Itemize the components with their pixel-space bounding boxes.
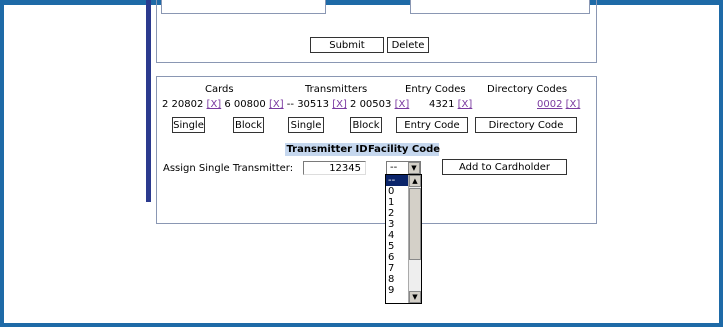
header-directory-codes: Directory Codes bbox=[487, 84, 568, 95]
entry-code-cell: 4321 [X] bbox=[429, 99, 472, 110]
dropdown-option[interactable]: 0 bbox=[386, 186, 408, 197]
transmitter-value: 2 00503 bbox=[350, 99, 392, 110]
card-single-button[interactable]: Single bbox=[172, 117, 205, 133]
dropdown-options: -- 0 1 2 3 4 5 6 7 8 9 bbox=[386, 175, 408, 296]
form-field-left[interactable] bbox=[161, 0, 326, 14]
scroll-up-icon[interactable]: ▲ bbox=[409, 175, 421, 187]
left-accent-bar bbox=[146, 0, 151, 202]
directory-code-link[interactable]: 0002 bbox=[537, 99, 562, 110]
card-value: 2 20802 bbox=[162, 99, 204, 110]
entry-code-value: 4321 bbox=[429, 99, 455, 110]
dropdown-option[interactable]: -- bbox=[386, 175, 408, 186]
scroll-down-icon[interactable]: ▼ bbox=[409, 291, 421, 303]
card-block-button[interactable]: Block bbox=[233, 117, 264, 133]
facility-code-select[interactable]: -- ▼ bbox=[386, 161, 421, 175]
chevron-down-icon[interactable]: ▼ bbox=[408, 162, 420, 174]
transmitter-block-button[interactable]: Block bbox=[350, 117, 382, 133]
assign-single-label: Assign Single Transmitter: bbox=[163, 163, 294, 174]
remove-transmitter-link[interactable]: [X] bbox=[332, 99, 347, 110]
remove-card-link[interactable]: [X] bbox=[269, 99, 284, 110]
add-to-cardholder-button[interactable]: Add to Cardholder bbox=[442, 159, 567, 175]
credentials-row: 2 20802 [X] 6 00800 [X] -- 30513 [X] 2 0… bbox=[162, 99, 409, 110]
remove-directory-code-link[interactable]: [X] bbox=[566, 99, 581, 110]
scrollbar-thumb[interactable] bbox=[409, 188, 421, 260]
header-entry-codes: Entry Codes bbox=[405, 84, 466, 95]
facility-code-dropdown-list[interactable]: -- 0 1 2 3 4 5 6 7 8 9 ▲ ▼ bbox=[385, 174, 422, 304]
dropdown-option[interactable]: 6 bbox=[386, 252, 408, 263]
remove-entry-code-link[interactable]: [X] bbox=[458, 99, 473, 110]
directory-code-button[interactable]: Directory Code bbox=[475, 117, 577, 133]
facility-code-selected: -- bbox=[390, 162, 398, 173]
directory-code-cell: 0002 [X] bbox=[537, 99, 580, 110]
dropdown-scrollbar[interactable]: ▲ ▼ bbox=[408, 175, 421, 303]
column-header-facility-code: Facility Code bbox=[367, 143, 441, 156]
dropdown-option[interactable]: 5 bbox=[386, 241, 408, 252]
record-form-panel: Submit Delete bbox=[156, 0, 597, 63]
header-cards: Cards bbox=[205, 84, 234, 95]
form-field-right[interactable] bbox=[410, 0, 590, 14]
entry-code-button[interactable]: Entry Code bbox=[396, 117, 468, 133]
delete-button[interactable]: Delete bbox=[387, 37, 429, 53]
card-value: 6 00800 bbox=[224, 99, 266, 110]
dropdown-option[interactable]: 8 bbox=[386, 274, 408, 285]
cardholder-credentials-panel: Cards Transmitters Entry Codes Directory… bbox=[156, 76, 597, 224]
separator-text: -- bbox=[286, 99, 294, 110]
remove-card-link[interactable]: [X] bbox=[207, 99, 222, 110]
transmitter-id-input[interactable] bbox=[303, 161, 366, 175]
dropdown-option[interactable]: 3 bbox=[386, 219, 408, 230]
transmitter-value: 30513 bbox=[297, 99, 329, 110]
dropdown-option[interactable]: 1 bbox=[386, 197, 408, 208]
dropdown-option[interactable]: 7 bbox=[386, 263, 408, 274]
column-header-transmitter-id: Transmitter ID bbox=[285, 143, 369, 156]
submit-button[interactable]: Submit bbox=[310, 37, 384, 53]
header-transmitters: Transmitters bbox=[305, 84, 368, 95]
dropdown-option[interactable]: 4 bbox=[386, 230, 408, 241]
dropdown-option[interactable]: 2 bbox=[386, 208, 408, 219]
dropdown-option[interactable]: 9 bbox=[386, 285, 408, 296]
transmitter-single-button[interactable]: Single bbox=[288, 117, 324, 133]
remove-transmitter-link[interactable]: [X] bbox=[395, 99, 410, 110]
